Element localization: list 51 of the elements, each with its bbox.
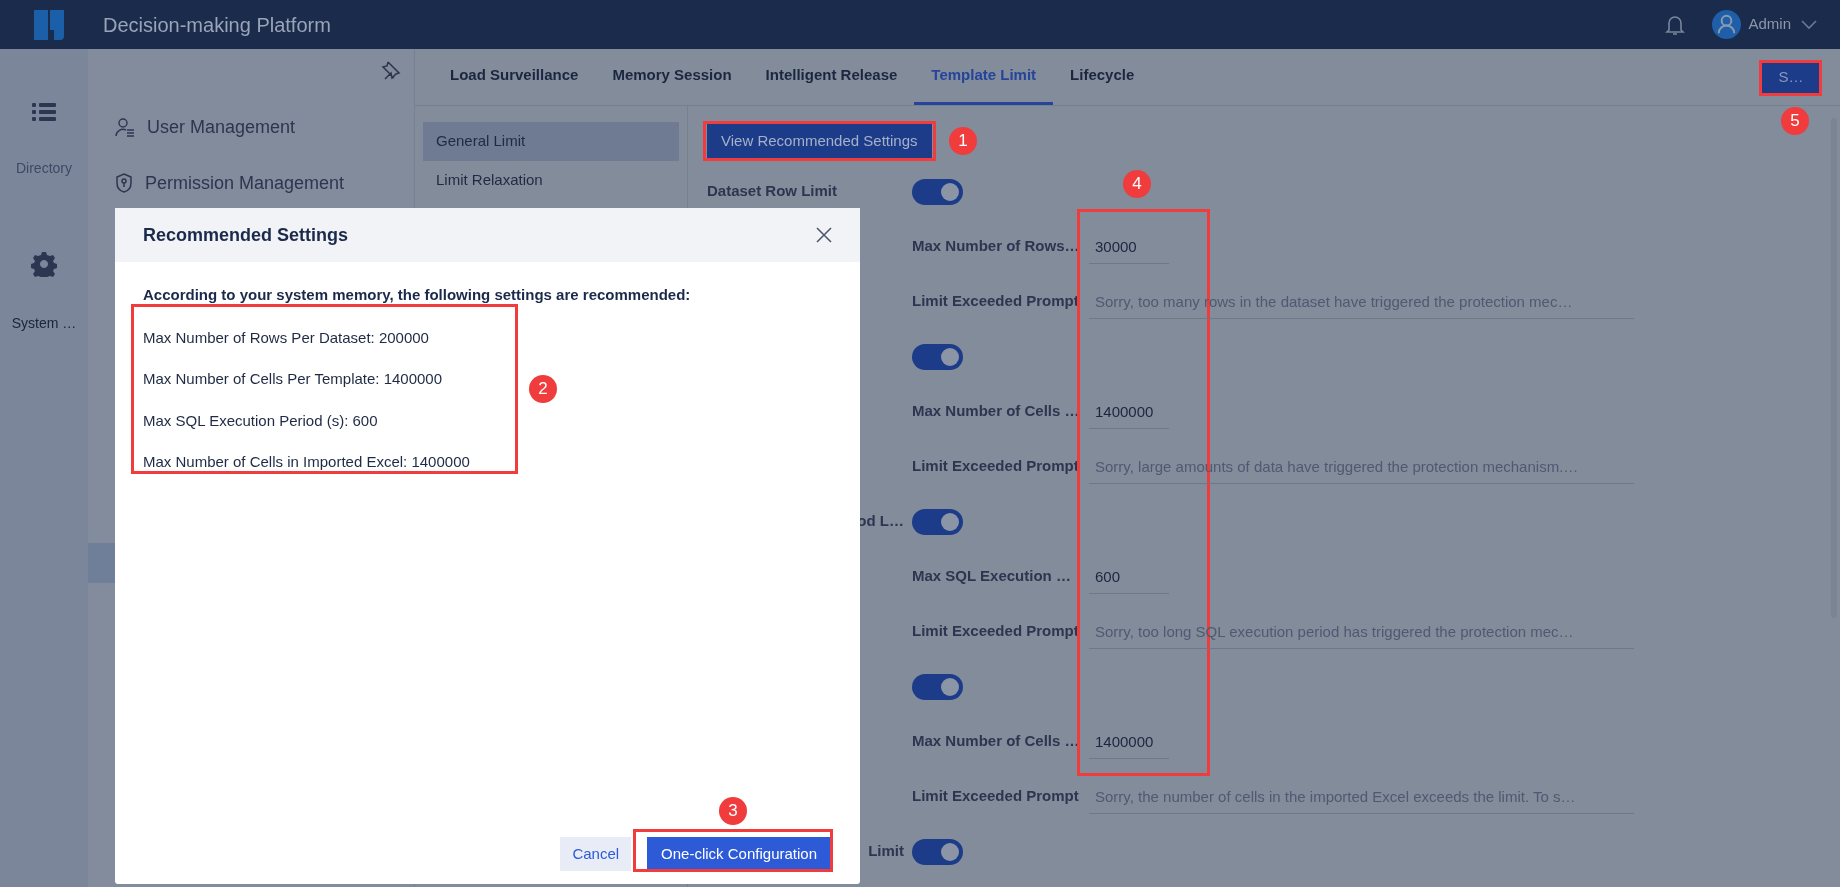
pin-icon[interactable] bbox=[380, 59, 402, 81]
user-name[interactable]: Admin bbox=[1748, 13, 1791, 36]
recommended-setting: Max Number of Cells in Imported Excel: 1400000 bbox=[143, 452, 470, 472]
number-input[interactable]: 30000 bbox=[1089, 229, 1169, 264]
annotation-badge: 4 bbox=[1123, 170, 1151, 198]
number-input[interactable]: 600 bbox=[1089, 559, 1169, 594]
user-list-icon bbox=[115, 117, 135, 137]
tab[interactable]: Load Surveillance bbox=[433, 49, 596, 105]
recommended-setting: Max Number of Cells Per Template: 1400000 bbox=[143, 369, 443, 389]
field-label: Limit Exceeded Prompt bbox=[912, 456, 1080, 477]
dialog-title: Recommended Settings bbox=[143, 223, 349, 247]
sidebar-item[interactable]: User Management bbox=[147, 113, 296, 141]
shield-icon bbox=[115, 173, 133, 193]
limit-label: Limit bbox=[868, 841, 904, 862]
app-title: Decision-making Platform bbox=[103, 12, 331, 38]
dialog-intro: According to your system memory, the following settings are recommended: bbox=[143, 285, 692, 305]
configure-button[interactable]: One-click Configuration bbox=[647, 837, 831, 871]
tab[interactable]: Template Limit bbox=[914, 49, 1054, 105]
field-label: Max SQL Execution … bbox=[912, 566, 1072, 587]
toggle-switch[interactable] bbox=[912, 178, 963, 205]
tab[interactable]: Memory Session bbox=[595, 49, 749, 105]
rail-item[interactable]: System … bbox=[11, 313, 77, 334]
tab[interactable]: Intelligent Release bbox=[748, 49, 915, 105]
subnav-item[interactable]: General Limit bbox=[423, 122, 679, 161]
rail-item[interactable]: Directory bbox=[16, 158, 72, 179]
toggle-switch[interactable] bbox=[912, 838, 963, 865]
avatar-icon[interactable] bbox=[1712, 10, 1742, 39]
number-input[interactable]: 1400000 bbox=[1089, 724, 1169, 759]
list-icon[interactable] bbox=[32, 102, 56, 122]
view-recommended-settings-button[interactable]: View Recommended Settings bbox=[707, 124, 932, 158]
field-label: Limit Exceeded Prompt bbox=[912, 786, 1080, 807]
field-label: Limit Exceeded Prompt bbox=[912, 291, 1080, 312]
toggle-switch[interactable] bbox=[912, 343, 963, 370]
settings-icon[interactable] bbox=[31, 251, 57, 277]
chevron-down-icon[interactable] bbox=[1801, 19, 1817, 30]
annotation-box bbox=[1759, 60, 1822, 96]
toggle-switch[interactable] bbox=[912, 673, 963, 700]
notification-bell-icon[interactable] bbox=[1665, 13, 1686, 36]
annotation-badge: 5 bbox=[1781, 107, 1809, 135]
sidebar-item[interactable]: Permission Management bbox=[145, 169, 345, 197]
limit-label: Dataset Row Limit bbox=[707, 181, 838, 202]
cancel-button[interactable]: Cancel bbox=[560, 837, 632, 871]
field-label: Max Number of Rows… bbox=[912, 236, 1081, 257]
number-input[interactable]: 1400000 bbox=[1089, 394, 1169, 429]
recommended-setting: Max Number of Rows Per Dataset: 200000 bbox=[143, 327, 429, 348]
close-icon[interactable] bbox=[816, 227, 832, 243]
toggle-switch[interactable] bbox=[912, 508, 963, 535]
recommended-setting: Max SQL Execution Period (s): 600 bbox=[143, 410, 378, 431]
annotation-badge: 1 bbox=[949, 127, 977, 155]
tab[interactable]: Lifecycle bbox=[1053, 49, 1152, 105]
field-label: Limit Exceeded Prompt bbox=[912, 621, 1080, 642]
